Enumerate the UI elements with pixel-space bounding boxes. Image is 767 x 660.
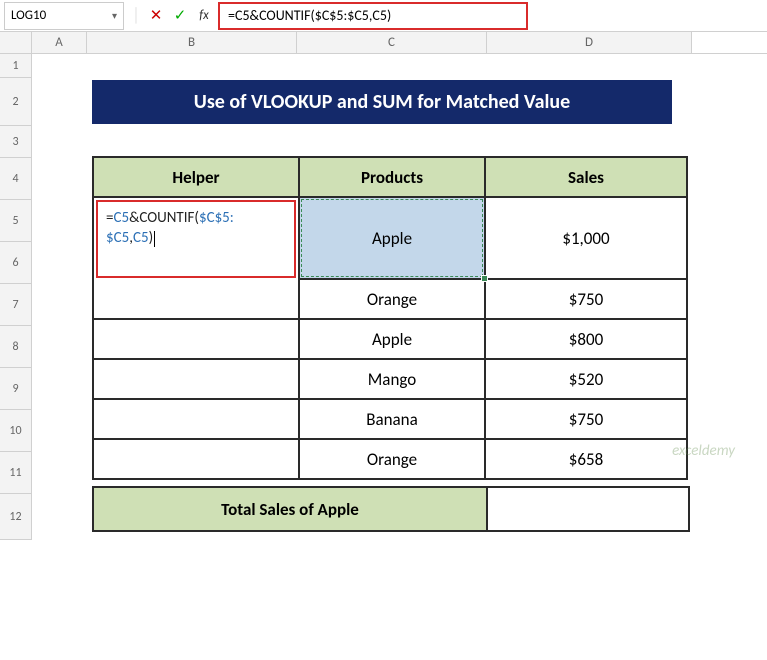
cell-c10[interactable]: Orange (299, 439, 485, 479)
row-header-9[interactable]: 9 (0, 368, 32, 410)
total-row: Total Sales of Apple (92, 486, 690, 532)
row-headers: 123456789101112 (0, 54, 32, 540)
cell-c5[interactable]: Apple (299, 197, 485, 279)
cell-d8[interactable]: $520 (485, 359, 687, 399)
grid-area[interactable]: Use of VLOOKUP and SUM for Matched Value… (32, 54, 767, 540)
row-header-11[interactable]: 11 (0, 452, 32, 494)
row-header-3[interactable]: 3 (0, 126, 32, 158)
row-header-8[interactable]: 8 (0, 326, 32, 368)
cell-d10[interactable]: $658 (485, 439, 687, 479)
cell-b8[interactable] (93, 359, 299, 399)
cell-d5[interactable]: $1,000 (485, 197, 687, 279)
separator: │ (132, 6, 140, 25)
formula-bar: LOG10 ▾ │ ✕ ✓ fx =C5&COUNTIF($C$5:$C5,C5… (0, 0, 767, 32)
name-box[interactable]: LOG10 ▾ (4, 2, 124, 30)
col-header-C[interactable]: C (297, 32, 487, 53)
enter-icon[interactable]: ✓ (168, 4, 192, 28)
cancel-icon[interactable]: ✕ (144, 4, 168, 28)
formula-text: =C5&COUNTIF($C$5:$C5,C5) (228, 7, 391, 24)
cell-d6[interactable]: $750 (485, 279, 687, 319)
header-helper: Helper (93, 157, 299, 197)
chevron-down-icon[interactable]: ▾ (112, 9, 117, 22)
select-all-corner[interactable] (0, 32, 32, 53)
cell-b5-formula-box: =C5&COUNTIF($C$5:$C5,C5) (96, 200, 296, 278)
row-header-12[interactable]: 12 (0, 494, 32, 540)
row-header-7[interactable]: 7 (0, 284, 32, 326)
cell-d7[interactable]: $800 (485, 319, 687, 359)
tok-ref-c5b: C5 (133, 229, 149, 247)
row-header-4[interactable]: 4 (0, 158, 32, 200)
watermark: exceldemy (672, 442, 735, 460)
header-sales: Sales (485, 157, 687, 197)
text-caret (154, 231, 155, 247)
cell-c5-value: Apple (372, 228, 412, 249)
formula-input[interactable]: =C5&COUNTIF($C$5:$C5,C5) (218, 2, 528, 30)
cell-d9[interactable]: $750 (485, 399, 687, 439)
name-box-value: LOG10 (11, 8, 46, 23)
col-header-D[interactable]: D (487, 32, 692, 53)
fx-icon[interactable]: fx (192, 4, 216, 28)
data-table: Helper Products Sales =C5&COUNTIF($C$5:$… (92, 156, 688, 480)
page-title: Use of VLOOKUP and SUM for Matched Value (92, 80, 672, 124)
header-products: Products (299, 157, 485, 197)
total-value[interactable] (487, 487, 689, 531)
tok-fn: &COUNTIF( (129, 209, 199, 227)
cell-c7[interactable]: Apple (299, 319, 485, 359)
cell-b5-editing[interactable]: =C5&COUNTIF($C$5:$C5,C5) (93, 197, 299, 319)
tok-close: ) (149, 229, 154, 247)
column-headers: A B C D (0, 32, 767, 54)
cell-b10[interactable] (93, 439, 299, 479)
tok-ref-mix: $C5 (106, 229, 129, 247)
fill-handle[interactable] (481, 275, 488, 282)
total-label: Total Sales of Apple (93, 487, 487, 531)
row-header-1[interactable]: 1 (0, 54, 32, 78)
tok-ref-c5a: C5 (113, 209, 129, 227)
tok-ref-abs: $C$5: (199, 209, 234, 227)
cell-c8[interactable]: Mango (299, 359, 485, 399)
row-header-6[interactable]: 6 (0, 242, 32, 284)
col-header-B[interactable]: B (87, 32, 297, 53)
col-header-A[interactable]: A (32, 32, 87, 53)
row-header-5[interactable]: 5 (0, 200, 32, 242)
row-header-2[interactable]: 2 (0, 78, 32, 126)
row-header-10[interactable]: 10 (0, 410, 32, 452)
cell-c6[interactable]: Orange (299, 279, 485, 319)
cell-b7[interactable] (93, 319, 299, 359)
title-text: Use of VLOOKUP and SUM for Matched Value (194, 90, 570, 114)
cell-c9[interactable]: Banana (299, 399, 485, 439)
cell-b9[interactable] (93, 399, 299, 439)
